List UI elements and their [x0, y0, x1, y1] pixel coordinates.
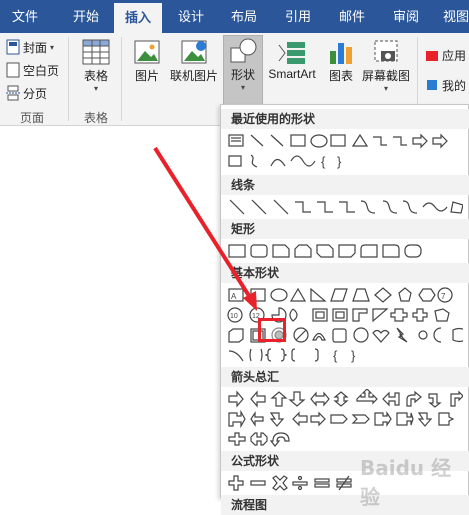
- chart-button[interactable]: 图表: [326, 37, 356, 84]
- lines-row[interactable]: [227, 197, 463, 217]
- online-picture-icon: [181, 40, 207, 64]
- svg-text:{: {: [333, 348, 338, 363]
- tab-file[interactable]: 文件: [0, 0, 50, 33]
- shapes-icon: [230, 38, 257, 63]
- cover-page-icon: [6, 39, 20, 55]
- group-table-label: 表格: [84, 111, 109, 125]
- section-lines: 线条: [221, 175, 469, 195]
- block-arrows-row-2[interactable]: [227, 409, 463, 429]
- chart-icon: [330, 43, 352, 64]
- tab-mailings[interactable]: 邮件: [328, 0, 376, 33]
- cover-page-label: 封面: [23, 40, 48, 55]
- my-addins-label: 我的: [442, 78, 467, 93]
- tab-home[interactable]: 开始: [62, 0, 110, 33]
- apps-label: 应用: [442, 48, 467, 63]
- store-icon: [426, 51, 438, 61]
- table-icon: [82, 39, 110, 65]
- blank-page-icon: [6, 62, 20, 78]
- page-break-label: 分页: [23, 86, 48, 101]
- shapes-dropdown-icon: ▾: [240, 83, 245, 92]
- addin-icon: [427, 80, 437, 90]
- picture-label: 图片: [134, 69, 159, 83]
- block-arrows-row-3[interactable]: [227, 429, 463, 449]
- svg-text:A: A: [231, 292, 237, 301]
- section-rectangles: 矩形: [221, 219, 469, 239]
- svg-text:}: }: [351, 348, 356, 363]
- blank-page-button[interactable]: 空白页: [6, 60, 59, 80]
- apps-button[interactable]: 应用: [425, 45, 466, 65]
- tab-insert[interactable]: 插入: [114, 3, 162, 33]
- tab-design[interactable]: 设计: [166, 0, 216, 33]
- section-basic-shapes: 基本形状: [221, 263, 469, 283]
- basic-shapes-row-4[interactable]: {}: [227, 345, 463, 365]
- cover-page-button[interactable]: 封面 ▾: [6, 37, 54, 57]
- table-button[interactable]: 表格 ▾: [78, 37, 114, 93]
- section-recent-shapes: 最近使用的形状: [221, 109, 469, 129]
- shapes-gallery: 最近使用的形状 {} 线条 矩形 基本形状 A 7 10 12 {} 箭头总汇…: [220, 104, 469, 515]
- watermark: Baidu 经验: [360, 456, 452, 509]
- svg-text:10: 10: [230, 313, 238, 320]
- ribbon-tab-bar: 文件 开始 插入 设计 布局 引用 邮件 审阅 视图: [0, 0, 469, 33]
- picture-button[interactable]: 图片: [130, 37, 164, 84]
- screenshot-dropdown-icon: ▾: [383, 84, 388, 93]
- smartart-button[interactable]: SmartArt: [266, 37, 318, 81]
- block-arrows-row-1[interactable]: [227, 389, 463, 409]
- table-label: 表格: [83, 69, 108, 83]
- picture-icon: [134, 40, 160, 64]
- tab-layout[interactable]: 布局: [220, 0, 268, 33]
- smartart-label: SmartArt: [268, 67, 316, 81]
- recent-shapes-row-2[interactable]: {}: [227, 151, 463, 171]
- screenshot-label: 屏幕截图: [361, 69, 410, 83]
- screenshot-icon: [374, 40, 398, 62]
- online-picture-label: 联机图片: [169, 69, 218, 83]
- rectangles-row[interactable]: [227, 241, 463, 261]
- cover-page-dropdown-icon: ▾: [50, 42, 55, 52]
- basic-shapes-row-1[interactable]: A 7: [227, 285, 463, 305]
- blank-page-label: 空白页: [23, 63, 60, 78]
- group-separator: [68, 37, 69, 121]
- online-picture-button[interactable]: 联机图片: [168, 37, 220, 84]
- svg-text:{: {: [321, 154, 326, 169]
- svg-text:7: 7: [441, 292, 446, 301]
- tab-view[interactable]: 视图: [436, 0, 469, 33]
- chart-label: 图表: [328, 69, 353, 83]
- my-addins-button[interactable]: 我的: [425, 75, 466, 95]
- page-break-button[interactable]: 分页: [6, 83, 47, 103]
- group-separator: [121, 37, 122, 121]
- shapes-button[interactable]: 形状 ▾: [223, 35, 263, 105]
- highlight-box: [258, 318, 286, 342]
- group-pages-label: 页面: [20, 111, 45, 125]
- section-block-arrows: 箭头总汇: [221, 367, 469, 387]
- shapes-label: 形状: [230, 68, 255, 82]
- screenshot-button[interactable]: 屏幕截图 ▾: [360, 37, 412, 93]
- svg-text:}: }: [337, 154, 342, 169]
- table-dropdown-icon: ▾: [93, 84, 98, 93]
- page-break-icon: [6, 85, 20, 101]
- recent-shapes-row[interactable]: [227, 131, 463, 151]
- smartart-icon: [278, 42, 305, 64]
- tab-references[interactable]: 引用: [274, 0, 322, 33]
- tab-review[interactable]: 审阅: [382, 0, 430, 33]
